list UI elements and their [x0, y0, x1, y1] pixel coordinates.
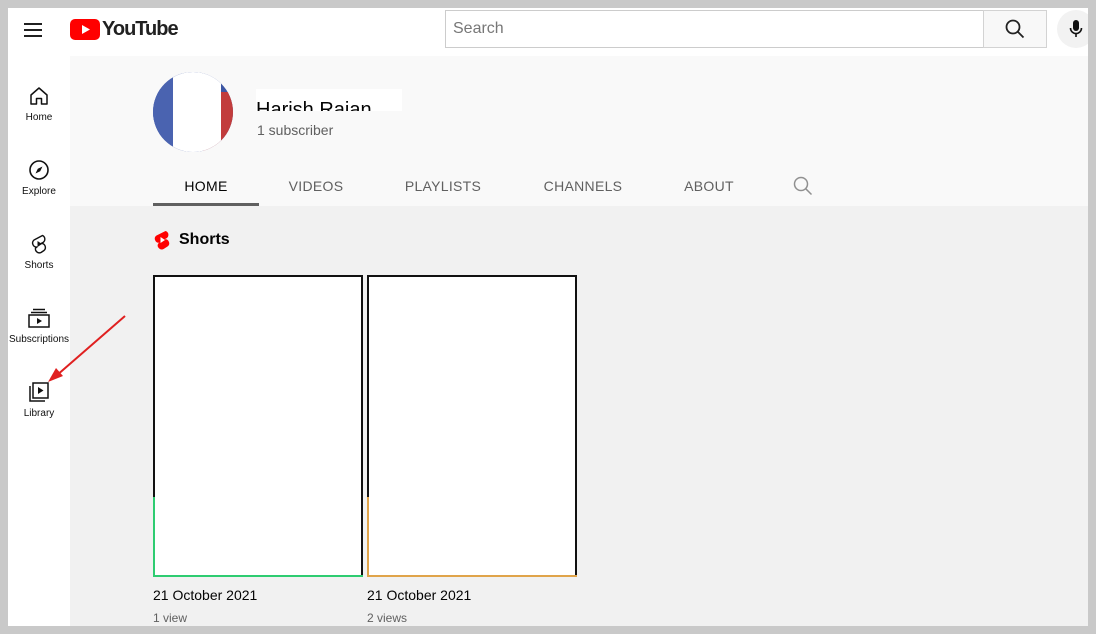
short-date[interactable]: 21 October 2021: [153, 587, 363, 603]
channel-home-content: Shorts 21 October 2021 1 view 21 October…: [70, 206, 1088, 626]
library-icon: [27, 380, 51, 404]
channel-search-button[interactable]: [765, 166, 841, 206]
top-bar: YouTube: [8, 8, 1088, 56]
voice-search-button[interactable]: [1057, 10, 1088, 48]
sidebar-item-subscriptions[interactable]: Subscriptions: [8, 298, 70, 368]
guide-sidebar: Home Explore Shorts Subscriptions Librar…: [8, 56, 70, 626]
tab-channels[interactable]: CHANNELS: [513, 166, 653, 206]
sidebar-item-label: Explore: [22, 186, 56, 197]
home-icon: [27, 84, 51, 108]
hamburger-line: [24, 35, 42, 37]
short-card[interactable]: 21 October 2021 1 view: [153, 275, 363, 625]
search-button[interactable]: [983, 10, 1047, 48]
subscriptions-icon: [27, 306, 51, 330]
thumbnail-accent: [153, 497, 363, 577]
channel-name-redaction: Harish Rajan: [256, 89, 402, 111]
search-input[interactable]: [445, 10, 984, 48]
sidebar-item-label: Home: [25, 112, 53, 123]
tab-home[interactable]: HOME: [153, 166, 259, 206]
short-date[interactable]: 21 October 2021: [367, 587, 577, 603]
short-thumbnail[interactable]: [367, 275, 577, 577]
avatar-redaction: [173, 72, 221, 152]
channel-tabs: HOME VIDEOS PLAYLISTS CHANNELS ABOUT: [153, 166, 841, 206]
microphone-icon: [1069, 20, 1083, 37]
tab-videos[interactable]: VIDEOS: [259, 166, 373, 206]
shorts-icon: [27, 232, 51, 256]
menu-button[interactable]: [22, 18, 46, 42]
sidebar-item-label: Subscriptions: [8, 334, 70, 345]
shorts-logo-icon: [154, 231, 170, 250]
tab-about[interactable]: ABOUT: [653, 166, 765, 206]
thumbnail-accent: [367, 497, 577, 577]
logo-text: YouTube: [102, 17, 179, 40]
shorts-title: Shorts: [179, 231, 230, 248]
channel-avatar[interactable]: [153, 72, 233, 152]
tab-playlists[interactable]: PLAYLISTS: [373, 166, 513, 206]
shorts-shelf-heading: Shorts: [153, 230, 230, 250]
subscriber-count: 1 subscriber: [257, 122, 334, 138]
short-card[interactable]: 21 October 2021 2 views: [367, 275, 577, 625]
sidebar-item-label: Shorts: [24, 260, 54, 271]
compass-icon: [27, 158, 51, 182]
hamburger-line: [24, 29, 42, 31]
short-views: 2 views: [367, 611, 408, 625]
youtube-play-icon: [70, 18, 100, 40]
channel-name: Harish Rajan: [256, 99, 372, 111]
youtube-window: YouTube Home: [8, 8, 1088, 626]
sidebar-item-label: Library: [23, 408, 55, 419]
search-icon: [1005, 19, 1025, 39]
sidebar-item-explore[interactable]: Explore: [8, 150, 70, 220]
sidebar-item-shorts[interactable]: Shorts: [8, 224, 70, 294]
search-icon: [793, 176, 813, 196]
youtube-logo[interactable]: YouTube: [70, 17, 179, 40]
hamburger-line: [24, 23, 42, 25]
channel-header: Harish Rajan 1 subscriber HOME VIDEOS PL…: [70, 56, 1088, 206]
sidebar-item-home[interactable]: Home: [8, 76, 70, 146]
short-thumbnail[interactable]: [153, 275, 363, 577]
sidebar-item-library[interactable]: Library: [8, 372, 70, 442]
short-views: 1 view: [153, 611, 188, 625]
